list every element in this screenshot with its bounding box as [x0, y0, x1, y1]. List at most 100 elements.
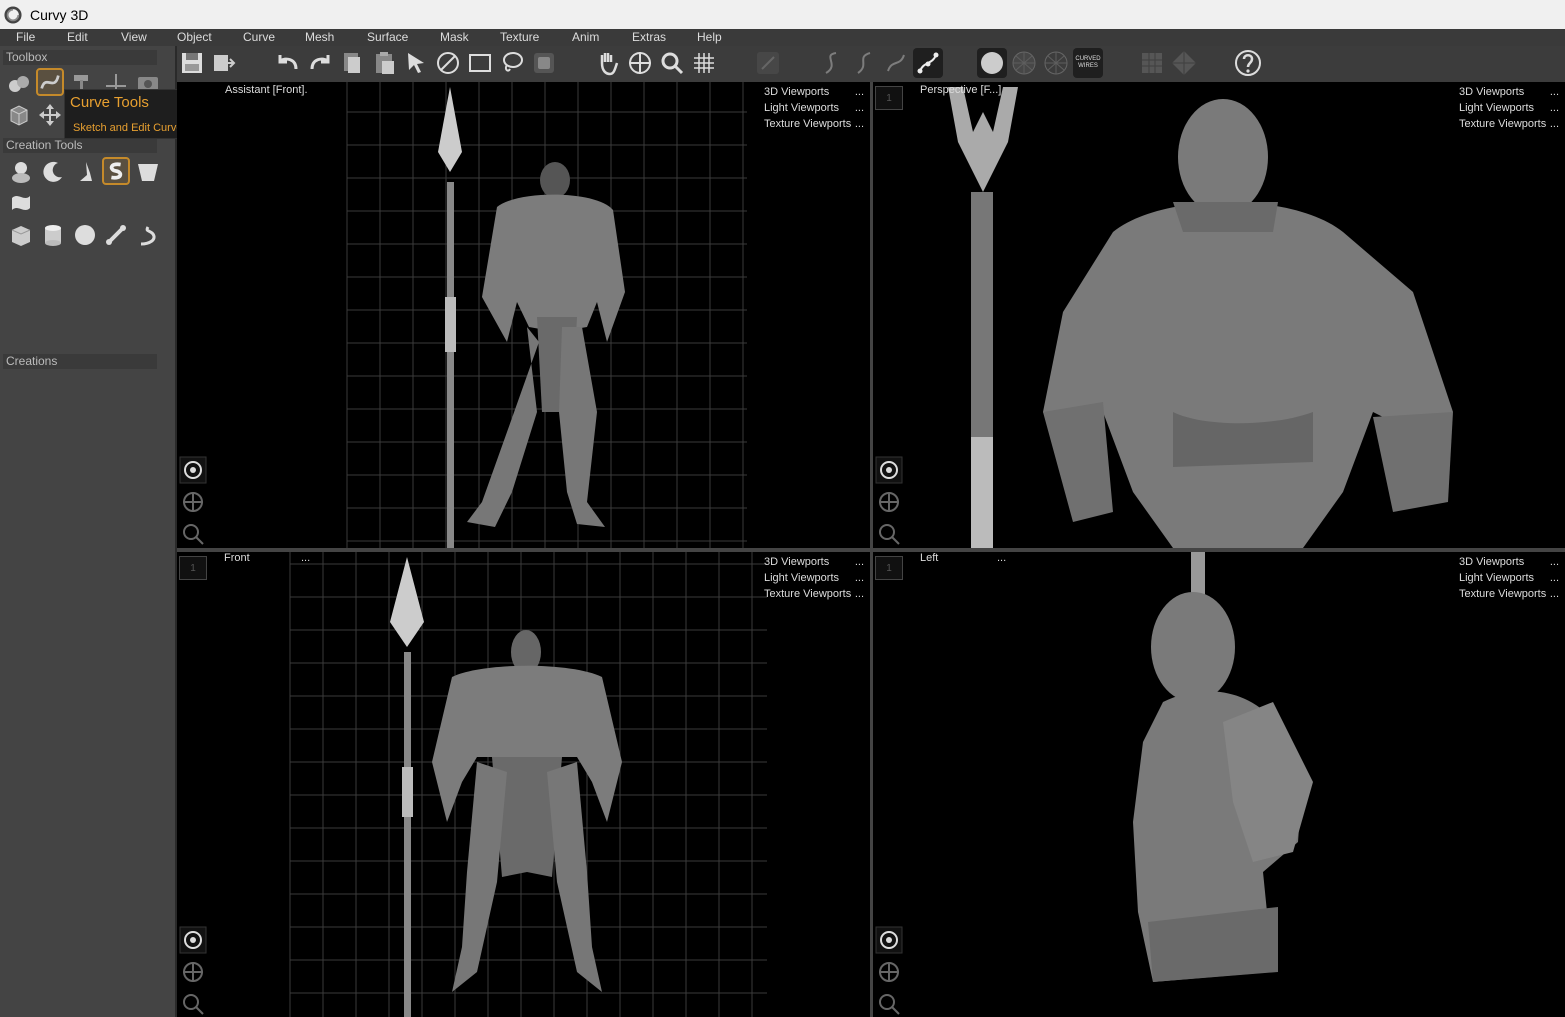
- surface-tool-button[interactable]: [134, 158, 162, 186]
- blob-tool-button[interactable]: [7, 158, 35, 186]
- viewport-options-dots[interactable]: ...: [301, 552, 310, 564]
- symmetry-button[interactable]: [1169, 48, 1199, 78]
- cylinder-primitive-button[interactable]: [39, 221, 67, 249]
- viewport-menu-light-dots[interactable]: ...: [1550, 570, 1559, 586]
- viewport-menu-3d[interactable]: 3D Viewports: [764, 554, 829, 570]
- menu-texture[interactable]: Texture: [500, 30, 539, 44]
- undo-button[interactable]: [273, 48, 303, 78]
- toolbox-header[interactable]: Toolbox: [3, 50, 157, 65]
- zoom-nav-icon[interactable]: [179, 990, 207, 1017]
- tube-primitive-button[interactable]: [134, 221, 162, 249]
- viewport-menu-light-dots[interactable]: ...: [1550, 100, 1559, 116]
- zoom-nav-icon[interactable]: [875, 520, 903, 548]
- smooth-shade-button[interactable]: [977, 48, 1007, 78]
- grid-floor-button[interactable]: [1137, 48, 1167, 78]
- wire-only-button[interactable]: [1041, 48, 1071, 78]
- viewport-menu-3d-dots[interactable]: ...: [855, 84, 864, 100]
- menu-mask[interactable]: Mask: [440, 30, 469, 44]
- zoom-button[interactable]: [657, 48, 687, 78]
- menu-mesh[interactable]: Mesh: [305, 30, 334, 44]
- viewport-menu-texture-dots[interactable]: ...: [1550, 586, 1559, 602]
- pan-button[interactable]: [593, 48, 623, 78]
- viewport-menu-3d[interactable]: 3D Viewports: [1459, 554, 1524, 570]
- save-button[interactable]: [177, 48, 207, 78]
- viewport-menu-light[interactable]: Light Viewports: [764, 100, 839, 116]
- curve-snap-button[interactable]: [753, 48, 783, 78]
- zoom-nav-icon[interactable]: [179, 520, 207, 548]
- viewport-menu-light-dots[interactable]: ...: [855, 100, 864, 116]
- paste-button[interactable]: [369, 48, 399, 78]
- curve-tools-button[interactable]: [36, 68, 64, 96]
- viewport-menu-3d-dots[interactable]: ...: [1550, 554, 1559, 570]
- extrude-tool-button[interactable]: [71, 158, 99, 186]
- viewport-menu-texture[interactable]: Texture Viewports: [1459, 116, 1546, 132]
- menu-anim[interactable]: Anim: [572, 30, 599, 44]
- bone-primitive-button[interactable]: [102, 221, 130, 249]
- orbit-button[interactable]: [625, 48, 655, 78]
- viewport-menu-texture-dots[interactable]: ...: [855, 586, 864, 602]
- viewport-menu-texture-dots[interactable]: ...: [855, 116, 864, 132]
- viewport-menu-light[interactable]: Light Viewports: [1459, 570, 1534, 586]
- curve-edit-button[interactable]: [849, 48, 879, 78]
- spline-tool-button[interactable]: [102, 157, 130, 185]
- shapes-tool-button[interactable]: [5, 70, 33, 98]
- orbit-nav-icon[interactable]: [875, 958, 903, 986]
- viewport-menu-light-dots[interactable]: ...: [855, 570, 864, 586]
- export-button[interactable]: [209, 48, 239, 78]
- curve-nodes-button[interactable]: [913, 48, 943, 78]
- camera-target-icon[interactable]: [179, 926, 207, 954]
- menu-surface[interactable]: Surface: [367, 30, 408, 44]
- orbit-nav-icon[interactable]: [875, 488, 903, 516]
- copy-button[interactable]: [337, 48, 367, 78]
- curved-wires-button[interactable]: CURVED WIRES: [1073, 48, 1103, 78]
- orbit-nav-icon[interactable]: [179, 488, 207, 516]
- orbit-nav-icon[interactable]: [179, 958, 207, 986]
- viewport-options-dots[interactable]: ...: [997, 552, 1006, 564]
- viewport-menu-3d-dots[interactable]: ...: [1550, 84, 1559, 100]
- move-tool-button[interactable]: [36, 101, 64, 129]
- camera-target-icon[interactable]: [179, 456, 207, 484]
- viewport-menu-3d-dots[interactable]: ...: [855, 554, 864, 570]
- viewport-menu-light[interactable]: Light Viewports: [1459, 100, 1534, 116]
- viewport-number-badge[interactable]: 1: [875, 86, 903, 110]
- mask-select-button[interactable]: [529, 48, 559, 78]
- camera-target-icon[interactable]: [875, 926, 903, 954]
- viewport-menu-3d[interactable]: 3D Viewports: [764, 84, 829, 100]
- curve-draw-button[interactable]: [817, 48, 847, 78]
- rect-select-button[interactable]: [465, 48, 495, 78]
- zoom-nav-icon[interactable]: [875, 990, 903, 1017]
- sphere-primitive-button[interactable]: [71, 221, 99, 249]
- box-primitive-button[interactable]: [7, 221, 35, 249]
- menu-curve[interactable]: Curve: [243, 30, 275, 44]
- viewport-assistant-front[interactable]: Assistant [Front]. 3D Viewports... Light…: [177, 82, 870, 548]
- lasso-select-button[interactable]: [497, 48, 527, 78]
- viewport-menu-texture[interactable]: Texture Viewports: [764, 116, 851, 132]
- select-button[interactable]: [401, 48, 431, 78]
- viewport-menu-texture[interactable]: Texture Viewports: [764, 586, 851, 602]
- viewport-perspective[interactable]: 1 Perspective [F...] 3D Viewports... Lig…: [873, 82, 1565, 548]
- curve-point-button[interactable]: [881, 48, 911, 78]
- creations-header[interactable]: Creations: [3, 354, 157, 369]
- camera-target-icon[interactable]: [875, 456, 903, 484]
- viewport-menu-texture[interactable]: Texture Viewports: [1459, 586, 1546, 602]
- redo-button[interactable]: [305, 48, 335, 78]
- menu-file[interactable]: File: [16, 30, 35, 44]
- grid-toggle-button[interactable]: [689, 48, 719, 78]
- menu-extras[interactable]: Extras: [632, 30, 666, 44]
- lathe-tool-button[interactable]: [39, 158, 67, 186]
- help-button[interactable]: [1233, 48, 1263, 78]
- viewport-number-badge[interactable]: 1: [179, 556, 207, 580]
- sheet-tool-button[interactable]: [7, 189, 35, 217]
- viewport-divider-vertical[interactable]: [870, 82, 873, 1017]
- viewport-menu-3d[interactable]: 3D Viewports: [1459, 84, 1524, 100]
- viewport-menu-texture-dots[interactable]: ...: [1550, 116, 1559, 132]
- deselect-button[interactable]: [433, 48, 463, 78]
- menu-object[interactable]: Object: [177, 30, 212, 44]
- viewport-left[interactable]: 1 Left ... 3D Viewports... Light Viewpor…: [873, 552, 1565, 1017]
- viewport-menu-light[interactable]: Light Viewports: [764, 570, 839, 586]
- menu-view[interactable]: View: [121, 30, 147, 44]
- menu-help[interactable]: Help: [697, 30, 722, 44]
- cube-view-button[interactable]: [5, 101, 33, 129]
- viewport-number-badge[interactable]: 1: [875, 556, 903, 580]
- viewport-front[interactable]: 1 Front ... 3D Viewports... Light Viewpo…: [177, 552, 870, 1017]
